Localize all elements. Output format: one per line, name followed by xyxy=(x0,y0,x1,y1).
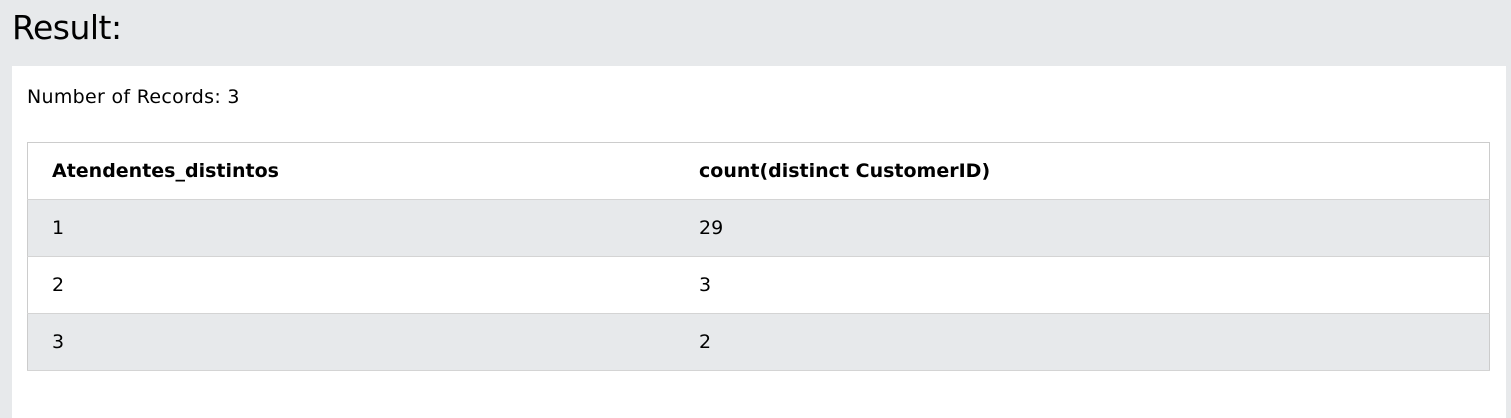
column-header-count-distinct-customerid: count(distinct CustomerID) xyxy=(675,142,1490,200)
table-cell: 1 xyxy=(27,199,675,257)
result-panel: Number of Records: 3 Atendentes_distinto… xyxy=(12,66,1506,418)
table-cell: 29 xyxy=(675,199,1490,257)
table-cell: 2 xyxy=(675,313,1490,371)
table-row: 1 29 xyxy=(27,199,1490,257)
header-row: Atendentes_distintos count(distinct Cust… xyxy=(27,142,1490,200)
result-table: Atendentes_distintos count(distinct Cust… xyxy=(27,142,1490,371)
table-row: 2 3 xyxy=(27,256,1490,314)
table-row: 3 2 xyxy=(27,313,1490,371)
table-body: 1 29 2 3 3 2 xyxy=(27,199,1490,371)
table-cell: 2 xyxy=(27,256,675,314)
table-header: Atendentes_distintos count(distinct Cust… xyxy=(27,142,1490,200)
record-count: Number of Records: 3 xyxy=(27,86,240,108)
table-cell: 3 xyxy=(675,256,1490,314)
column-header-atendentes-distintos: Atendentes_distintos xyxy=(27,142,675,200)
table-cell: 3 xyxy=(27,313,675,371)
result-heading: Result: xyxy=(12,8,122,47)
